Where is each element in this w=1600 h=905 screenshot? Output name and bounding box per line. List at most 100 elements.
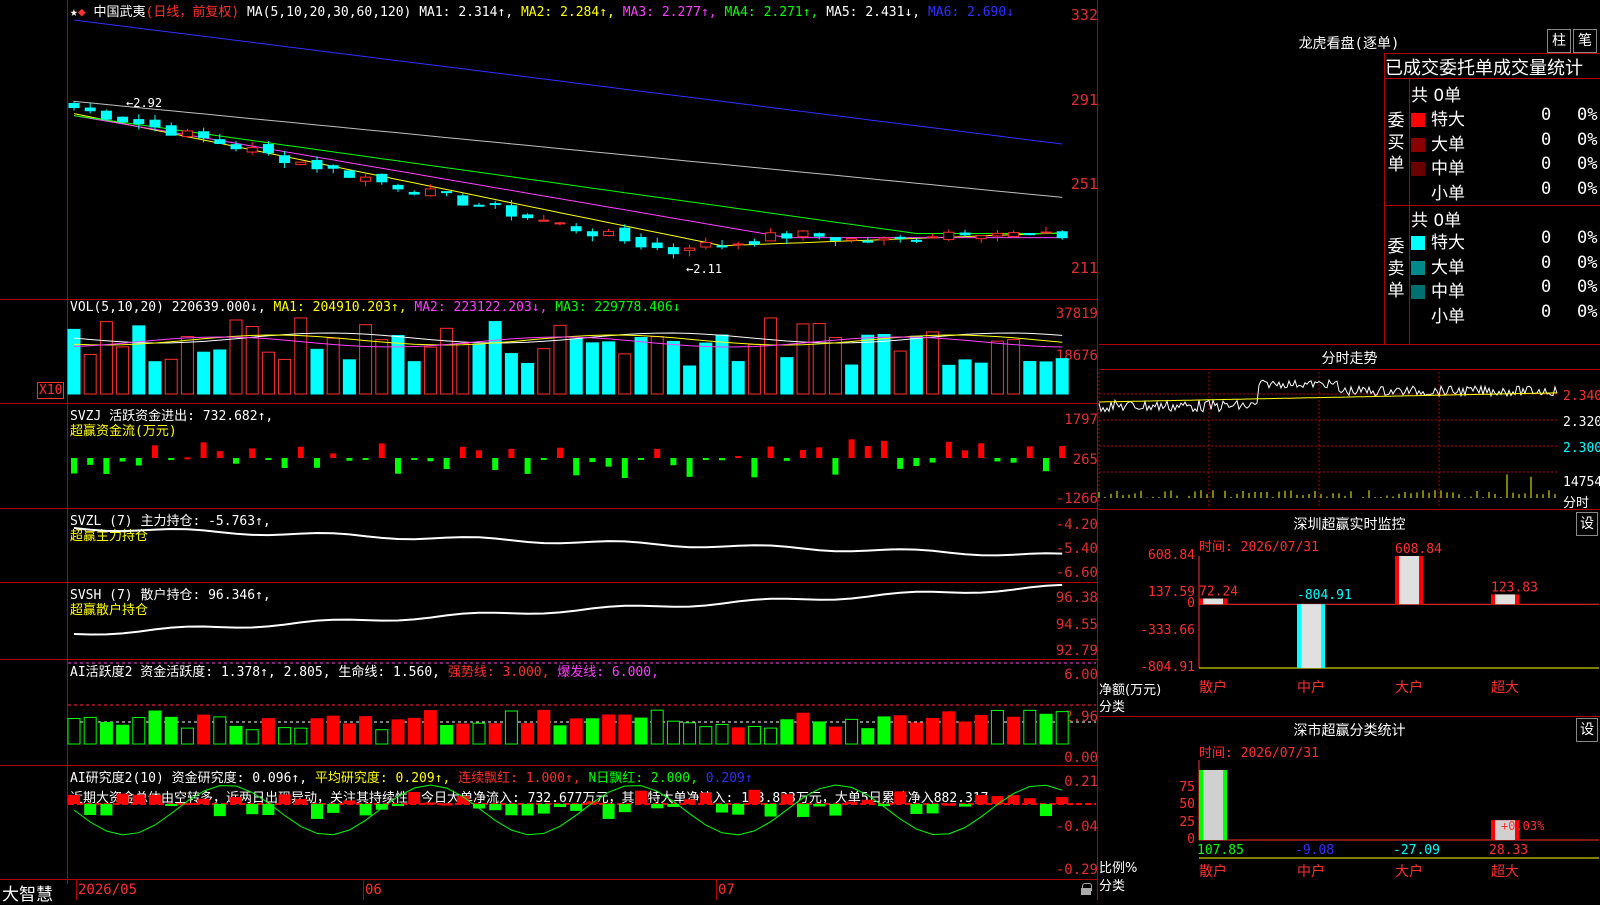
classify-title: 深市超赢分类统计 xyxy=(1293,723,1406,739)
ai2-bar xyxy=(408,791,421,804)
intraday-chart[interactable] xyxy=(1098,372,1559,508)
ai1-bar xyxy=(504,710,518,745)
candle-body xyxy=(1040,231,1052,234)
ai1-bar xyxy=(715,723,729,745)
classify-category: 大户 xyxy=(1395,863,1423,880)
svzj-bar xyxy=(800,449,806,458)
price-chart[interactable] xyxy=(68,18,1096,298)
vol-bar xyxy=(488,321,502,395)
vol-bar xyxy=(909,335,923,395)
buy-pct: 0% xyxy=(1577,154,1598,174)
sell-swatch xyxy=(1411,236,1425,250)
vol-bar xyxy=(602,341,616,395)
ai2-bar xyxy=(780,794,793,804)
monitor-bar-group xyxy=(1395,556,1423,605)
svzl-chart[interactable] xyxy=(68,510,1096,582)
lhb-line-left xyxy=(1384,53,1385,344)
svzj-bar xyxy=(168,458,175,460)
ai1-bar xyxy=(845,718,859,745)
svzj-bar xyxy=(945,441,952,458)
intraday-line xyxy=(1099,369,1600,370)
svsh-chart[interactable] xyxy=(68,583,1096,658)
ai1-bar xyxy=(99,721,113,745)
svzj-bar xyxy=(103,458,110,474)
candle-body xyxy=(667,247,679,255)
ai2-bar xyxy=(926,804,939,814)
vol-bar xyxy=(634,337,648,395)
vol-chart[interactable] xyxy=(67,316,1096,398)
kline-area[interactable]: ★◆ 中国武夷(日线，前复权) MA(5,10,20,30,60,120) MA… xyxy=(0,0,1098,905)
buy-row: 大单 xyxy=(1411,130,1465,155)
lhb-title: 龙虎看盘(逐单) xyxy=(1298,36,1400,52)
monitor-value-label: 123.83 xyxy=(1491,580,1538,595)
monitor-value-label: 608.84 xyxy=(1395,542,1442,557)
ai1-bar xyxy=(909,722,923,745)
ai2-bar xyxy=(84,804,97,815)
classify-note: +0.03% xyxy=(1501,819,1545,833)
classify-settings-button[interactable]: 设 xyxy=(1576,718,1598,742)
ai2-bar xyxy=(165,804,178,806)
buy-name: 特大 xyxy=(1431,110,1465,130)
ai2-bar xyxy=(683,799,696,804)
ai2-bar xyxy=(537,804,550,814)
svzj-chart[interactable] xyxy=(68,438,1096,504)
svzj-bar xyxy=(476,450,482,458)
svzj-bar xyxy=(524,458,531,474)
ai2-bar xyxy=(748,789,761,804)
tick-mode-button[interactable]: 笔 xyxy=(1573,29,1597,53)
monitor-chart[interactable]: 72.24 散户 -804.91 中户 608.84 大户 123.83 超大 xyxy=(1198,542,1599,696)
ai1-bar xyxy=(974,714,988,745)
svzj-axis-top: 1797 xyxy=(1064,412,1098,428)
candle-body xyxy=(343,170,355,178)
classify-category: 中户 xyxy=(1297,863,1325,880)
ai1-bar xyxy=(278,727,292,745)
svzj-bar xyxy=(540,458,547,460)
svzj-bar xyxy=(152,445,158,458)
ma-line-2 xyxy=(73,113,1063,247)
svzj-bar xyxy=(557,447,563,458)
ai2-bar xyxy=(554,804,566,808)
brand-logo: 大智慧 xyxy=(2,885,53,905)
ai2-bar xyxy=(521,804,534,816)
svsh-line xyxy=(73,583,1063,636)
sell-name: 中单 xyxy=(1431,282,1465,302)
buy-pct: 0% xyxy=(1577,129,1598,150)
sep-footer xyxy=(0,879,1098,880)
candle-body xyxy=(1024,233,1036,236)
candle-body xyxy=(376,173,388,183)
classify-value-label: 28.33 xyxy=(1489,843,1528,858)
vol-bar xyxy=(796,323,810,395)
bar-mode-button[interactable]: 柱 xyxy=(1547,29,1571,53)
ai1-bar xyxy=(213,716,227,745)
candle-body xyxy=(878,237,890,241)
monitor-time: 时间: 2026/07/31 xyxy=(1199,540,1319,555)
vol-bar xyxy=(116,346,130,395)
ai1-bar xyxy=(537,709,551,745)
ai1-chart[interactable] xyxy=(67,660,1096,764)
classify-chart[interactable]: 107.85 散户 -9.08 中户 -27.09 大户 28.33 超大 xyxy=(1197,760,1599,900)
monitor-value-label: 72.24 xyxy=(1199,585,1238,600)
monitor-title: 深圳超赢实时监控 xyxy=(1293,517,1406,533)
vol-bar xyxy=(359,324,373,395)
classify-axis-label: 0 xyxy=(1187,832,1195,847)
vol-bar xyxy=(974,362,988,395)
ai2-chart[interactable] xyxy=(68,780,1096,878)
sell-swatch xyxy=(1411,260,1425,275)
ai2-bar xyxy=(1023,798,1036,804)
monitor-bar-inner xyxy=(1399,556,1419,605)
svzj-bar xyxy=(621,458,628,478)
ai1-bar xyxy=(197,714,211,745)
ai1-bar xyxy=(261,718,275,745)
ai1-bar xyxy=(180,727,194,745)
vol-bar xyxy=(148,361,162,395)
ai1-bar xyxy=(926,717,940,745)
ma-line-3 xyxy=(73,115,1063,239)
vol-bar xyxy=(391,334,405,395)
ai1-bar xyxy=(326,715,340,745)
ai2-bar xyxy=(797,804,809,817)
candle-body xyxy=(829,237,841,241)
monitor-settings-button[interactable]: 设 xyxy=(1576,512,1598,536)
sell-pct: 0% xyxy=(1577,301,1598,322)
vol-bar xyxy=(504,353,518,395)
vol-bar xyxy=(423,346,437,395)
